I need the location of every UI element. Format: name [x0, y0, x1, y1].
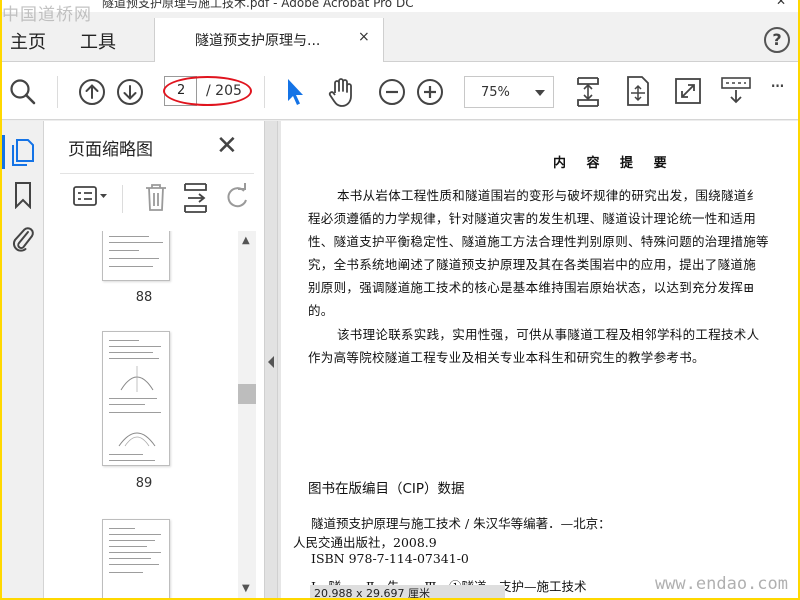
navigation-rail [2, 121, 44, 598]
panel-toolbar-divider [122, 185, 123, 213]
fit-page-icon[interactable] [625, 75, 651, 107]
document-viewport[interactable]: 内 容 提 要 本书从岩体工程性质和隧道围岩的变形与破坏规律的研究出发，围绕隧道… [278, 121, 798, 598]
page-thumbnails-panel: 页面缩略图 ✕ 88 89 ▲ ▼ [44, 121, 264, 598]
page-thumbnail-number: 88 [135, 290, 153, 305]
help-button[interactable]: ? [764, 27, 790, 53]
trash-icon[interactable] [142, 181, 170, 213]
main-toolbar: 2 / 205 75% ··· [2, 62, 798, 120]
bookmark-icon[interactable] [12, 181, 34, 209]
watermark-bottom-right: www.endao.com [654, 574, 788, 594]
cip-line: 隧道预支护原理与施工技术 / 朱汉华等编著．—北京： [311, 516, 611, 531]
zoom-level-value: 75% [481, 85, 510, 100]
close-panel-button[interactable]: ✕ [216, 131, 238, 161]
panel-collapse-handle[interactable] [264, 121, 278, 598]
paragraph-line: 别原则，强调隧道施工技术的核心是基本维持围岩原始状态，以达到充分发挥⊞ [308, 280, 754, 295]
paragraph-line: 该书理论联系实践，实用性强，可供从事隧道工程及相邻学科的工程技术人 [337, 327, 760, 342]
more-tools-button[interactable]: ··· [770, 74, 785, 98]
paragraph-line: 程必须遵循的力学规律，针对隧道灾害的发生机理、隧道设计理论统一性和适用 [308, 211, 757, 226]
select-cursor-icon[interactable] [284, 77, 306, 107]
next-page-icon[interactable] [116, 78, 144, 106]
acrobat-window: 隧道预支护原理与施工技术.pdf - Adobe Acrobat Pro DC … [2, 0, 798, 598]
panel-title: 页面缩略图 [68, 140, 153, 160]
read-mode-icon[interactable] [720, 76, 752, 106]
scrolling-mode-icon[interactable] [574, 74, 602, 110]
window-title-bar: 隧道预支护原理与施工技术.pdf - Adobe Acrobat Pro DC … [2, 0, 798, 12]
red-annotation-ellipse [163, 76, 252, 106]
watermark-top-left: 中国道桥网 [2, 5, 92, 25]
tab-home[interactable]: 主页 [10, 28, 46, 54]
pdf-page: 内 容 提 要 本书从岩体工程性质和隧道围岩的变形与破坏规律的研究出发，围绕隧道… [281, 121, 798, 598]
page-heading: 内 容 提 要 [553, 156, 675, 171]
cip-heading: 图书在版编目（CIP）数据 [308, 481, 465, 497]
full-screen-icon[interactable] [674, 77, 702, 105]
hand-tool-icon[interactable] [327, 76, 357, 108]
window-close-button[interactable]: ✕ [776, 0, 786, 8]
search-icon[interactable] [8, 77, 38, 107]
attachment-icon[interactable] [10, 224, 36, 252]
chevron-down-icon [535, 90, 545, 96]
previous-page-icon[interactable] [78, 78, 106, 106]
scroll-up-icon[interactable]: ▲ [242, 235, 250, 246]
page-thumbnail[interactable] [102, 331, 170, 466]
cip-line: ISBN 978-7-114-07341-0 [311, 551, 469, 566]
scrollbar-thumb[interactable] [238, 384, 256, 404]
paragraph-line: 性、隧道支护平衡稳定性、隧道施工方法合理性判别原则、特殊问题的治理措施等 [308, 234, 769, 249]
tab-tools[interactable]: 工具 [80, 28, 116, 54]
tab-document[interactable]: 隧道预支护原理与... × [154, 18, 384, 63]
paragraph-line: 作为高等院校隧道工程专业及相关专业本科生和研究生的教学参考书。 [308, 350, 705, 365]
paragraph-line: 究，全书系统地阐述了隧道预支护原理及其在各类围岩中的应用，提出了隧道施 [308, 257, 757, 272]
toolbar-divider [57, 76, 58, 108]
zoom-level-select[interactable]: 75% [464, 76, 554, 108]
page-thumbnail[interactable] [102, 519, 170, 598]
panel-divider [60, 173, 254, 174]
page-thumbnails-icon[interactable] [10, 137, 36, 167]
thumbnail-scrollbar[interactable]: ▲ ▼ [238, 231, 256, 598]
tab-bar: 主页 工具 隧道预支护原理与... × ? [2, 12, 798, 63]
thumbnail-list: 88 89 [44, 231, 244, 598]
window-title: 隧道预支护原理与施工技术.pdf - Adobe Acrobat Pro DC [102, 0, 414, 10]
thumbnail-options-icon[interactable] [72, 181, 112, 213]
paragraph-line: 的。 [308, 303, 334, 318]
insert-page-icon[interactable] [182, 181, 212, 215]
cip-line: 人民交通出版社，2008.9 [293, 535, 437, 550]
paragraph-line: 本书从岩体工程性质和隧道围岩的变形与破坏规律的研究出发，围绕隧道纟 [337, 188, 760, 203]
toolbar-divider [264, 76, 265, 108]
close-document-tab-button[interactable]: × [358, 29, 370, 45]
zoom-out-icon[interactable] [378, 78, 406, 106]
page-thumbnail-number: 89 [135, 476, 153, 491]
scroll-down-icon[interactable]: ▼ [242, 583, 250, 594]
collapse-left-icon [268, 356, 274, 368]
page-size-indicator: 20.988 x 29.697 厘米 [310, 585, 505, 598]
rotate-page-icon[interactable] [224, 181, 252, 213]
zoom-in-icon[interactable] [416, 78, 444, 106]
active-rail-indicator [2, 135, 5, 169]
document-tab-label: 隧道预支护原理与... [195, 33, 321, 49]
page-thumbnail[interactable] [102, 231, 170, 281]
